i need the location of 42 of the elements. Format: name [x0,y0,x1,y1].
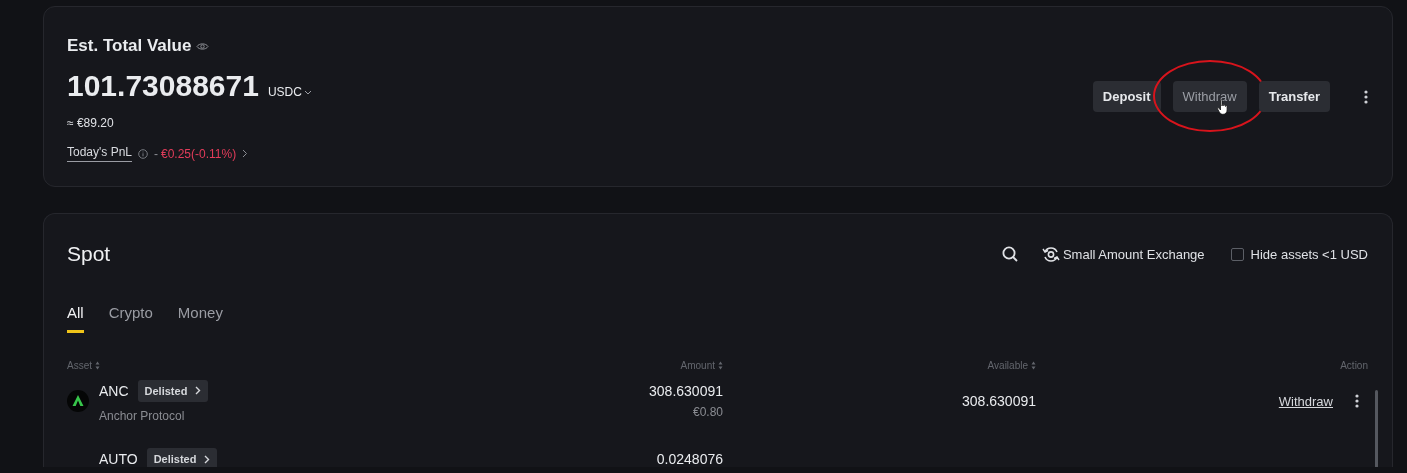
info-icon[interactable] [138,148,148,159]
scrollbar[interactable] [1375,390,1378,467]
currency-dropdown[interactable]: USDC [267,85,312,99]
section-title: Spot [67,242,111,266]
available-value: 308.630091 [962,393,1036,409]
filter-tab[interactable]: Money [177,303,223,333]
sort-icon[interactable] [718,360,723,370]
chevron-down-icon[interactable] [303,89,312,95]
withdraw-link[interactable]: Withdraw [1278,393,1333,409]
checkbox[interactable] [1230,247,1244,261]
sort-icon[interactable] [95,360,100,370]
small-amount-exchange-button[interactable]: Small Amount Exchange [1041,245,1205,263]
pnl-label[interactable]: Today's PnL [67,145,132,162]
more-icon[interactable] [1355,394,1359,408]
asset-symbol: ANC [99,382,129,399]
action-button[interactable]: Withdraw [1172,81,1247,112]
eye-icon[interactable] [196,41,210,51]
exchange-icon[interactable] [1041,245,1060,263]
pnl-sign: - [154,146,158,161]
amount-value: 0.0248076 [656,451,723,467]
pnl-value: €0.25(-0.11%) [161,146,237,161]
status-badge[interactable]: Delisted [137,379,209,402]
hand-cursor-icon [1216,99,1229,115]
filter-tab[interactable]: All [67,303,84,333]
search-icon[interactable] [1001,246,1018,262]
filter-tab[interactable]: Crypto [108,303,153,333]
amount-value: 308.630091 [649,383,723,399]
asset-name: Anchor Protocol [99,408,186,423]
checkbox-label: Hide assets <1 USD [1250,246,1368,262]
more-icon[interactable] [1364,89,1368,104]
sort-icon[interactable] [1031,360,1036,370]
card-title: Est. Total Value [67,36,192,56]
action-button[interactable]: Transfer [1258,81,1330,112]
fiat-value: ≈ €89.20 [67,116,115,130]
coin-logo-icon [67,390,89,412]
total-value: 101.73088671 [67,69,259,103]
asset-symbol: AUTO [99,451,138,467]
status-badge[interactable]: Delisted [146,448,218,467]
chevron-right-icon[interactable] [242,149,249,158]
column-header: Action [1340,359,1368,371]
action-button[interactable]: Deposit [1092,81,1161,112]
fiat-value: €0.80 [692,405,723,419]
